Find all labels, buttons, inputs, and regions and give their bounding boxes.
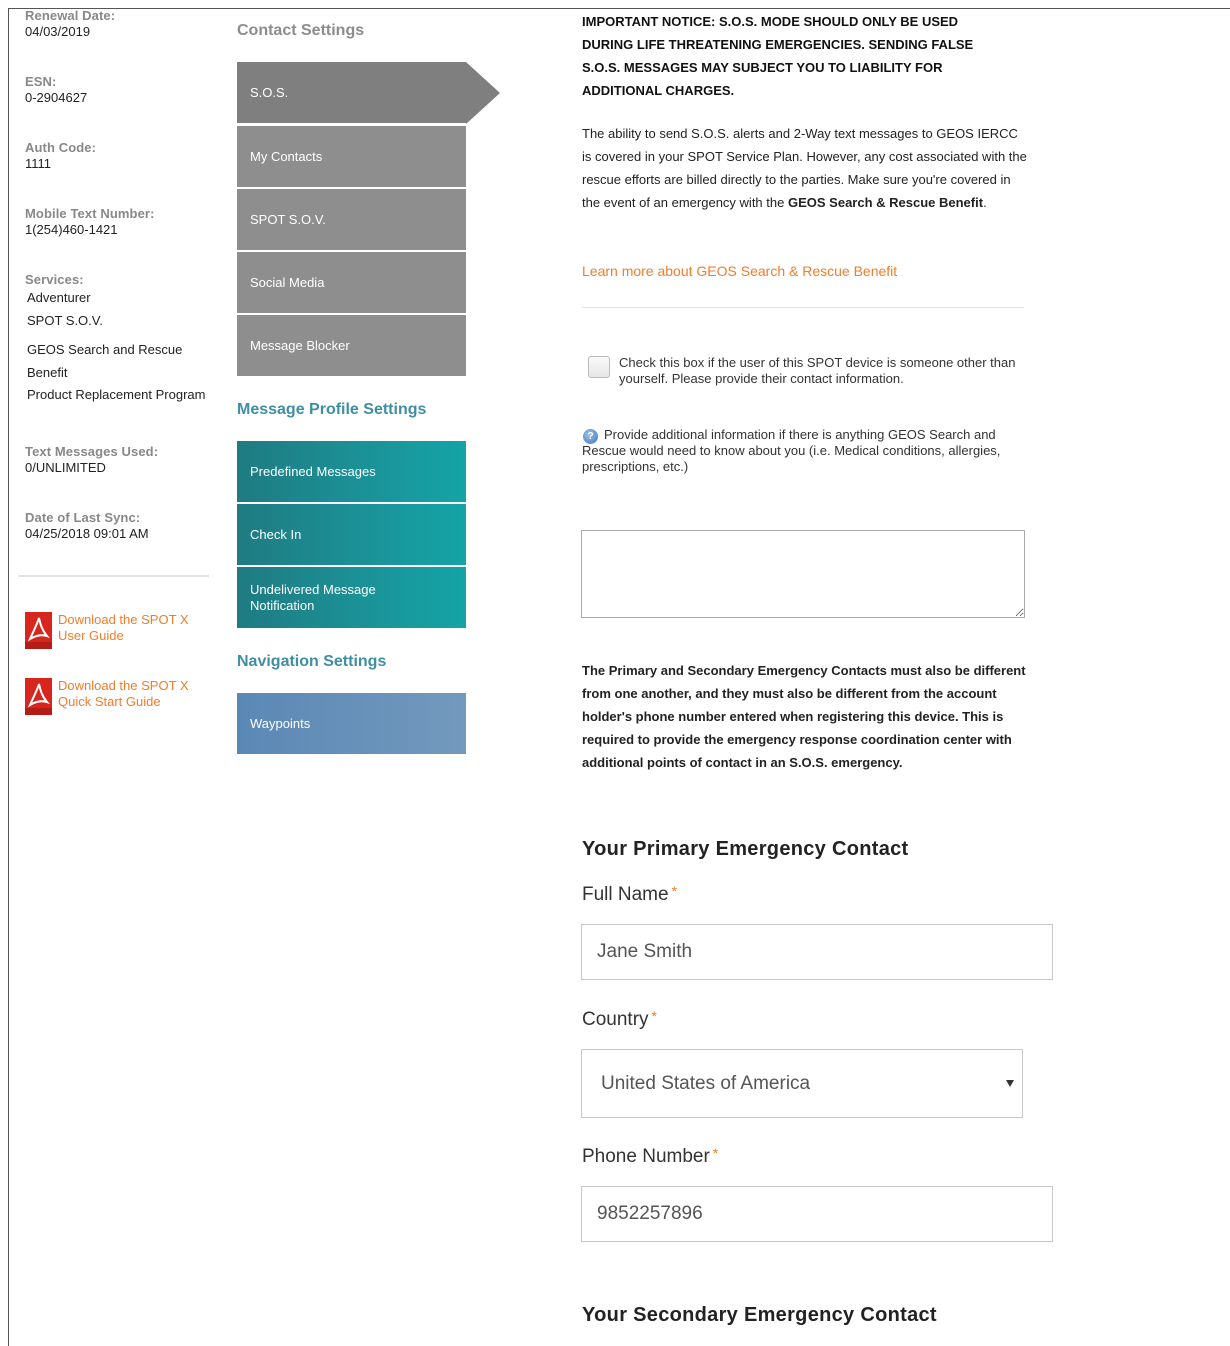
required-mark: *: [671, 883, 678, 899]
nav-message-blocker[interactable]: Message Blocker: [237, 315, 466, 376]
country-label: Country *: [582, 1008, 657, 1031]
services: Services:: [25, 272, 84, 288]
nav-predefined-messages[interactable]: Predefined Messages: [237, 441, 466, 502]
secondary-contact-heading: Your Secondary Emergency Contact: [582, 1304, 937, 1326]
renewal-date-value: 04/03/2019: [25, 24, 91, 39]
auth-code: Auth Code: 1111: [25, 140, 96, 172]
esn-label: ESN:: [25, 74, 57, 89]
nav-check-in[interactable]: Check In: [237, 504, 466, 565]
last-sync-label: Date of Last Sync:: [25, 510, 141, 525]
service-item: Adventurer: [27, 290, 91, 305]
contact-settings-heading: Contact Settings: [237, 22, 365, 39]
learn-more-link[interactable]: Learn more about GEOS Search & Rescue Be…: [582, 263, 897, 279]
additional-info-label: Provide additional information if there …: [582, 427, 1001, 474]
auth-code-value: 1111: [25, 156, 52, 171]
download-quick-start-label[interactable]: Download the SPOT X Quick Start Guide: [58, 678, 213, 710]
download-user-guide-link[interactable]: Download the SPOT X User Guide: [25, 612, 215, 652]
sos-important-notice: IMPORTANT NOTICE: S.O.S. MODE SHOULD ONL…: [582, 14, 974, 98]
country-label-text: Country: [582, 1009, 649, 1030]
other-user-checkbox[interactable]: [588, 356, 610, 378]
nav-sos[interactable]: S.O.S.: [237, 62, 466, 123]
required-mark: *: [712, 1145, 719, 1161]
ability-benefit-name: GEOS Search & Rescue Benefit: [787, 195, 984, 210]
phone-number-value: 9852257896: [597, 1203, 703, 1224]
download-user-guide-label[interactable]: Download the SPOT X User Guide: [58, 612, 213, 644]
esn-value: 0-2904627: [25, 90, 88, 105]
sos-ability-text: The ability to send S.O.S. alerts and 2-…: [582, 122, 1027, 214]
pdf-icon: [25, 612, 52, 649]
mobile-text-number: Mobile Text Number: 1(254)460-1421: [25, 206, 155, 238]
chevron-down-icon: [1006, 1080, 1014, 1087]
service-item: Product Replacement Program: [27, 387, 206, 402]
download-quick-start-link[interactable]: Download the SPOT X Quick Start Guide: [25, 678, 215, 718]
renewal-date: Renewal Date: 04/03/2019: [25, 8, 115, 40]
full-name-label: Full Name *: [582, 883, 678, 906]
text-messages-used: Text Messages Used: 0/UNLIMITED: [25, 444, 158, 476]
last-sync-value: 04/25/2018 09:01 AM: [25, 526, 149, 541]
esn: ESN: 0-2904627: [25, 74, 87, 106]
nav-undelivered-message-notification[interactable]: Undelivered Message Notification: [237, 567, 466, 628]
nav-waypoints[interactable]: Waypoints: [237, 693, 466, 754]
auth-code-label: Auth Code:: [25, 140, 97, 155]
content-divider: [582, 307, 1024, 308]
text-messages-used-value: 0/UNLIMITED: [25, 460, 106, 475]
nav-spot-sov[interactable]: SPOT S.O.V.: [237, 189, 466, 250]
additional-info-textarea[interactable]: [581, 530, 1025, 618]
mobile-text-number-label: Mobile Text Number:: [25, 206, 155, 221]
text-messages-used-label: Text Messages Used:: [25, 444, 159, 459]
other-user-checkbox-label: Check this box if the user of this SPOT …: [619, 355, 1016, 386]
last-sync: Date of Last Sync: 04/25/2018 09:01 AM: [25, 510, 149, 542]
pdf-icon: [25, 678, 52, 715]
nav-my-contacts[interactable]: My Contacts: [237, 126, 466, 187]
message-profile-settings-heading: Message Profile Settings: [237, 401, 427, 418]
nav-active-arrow: [466, 62, 500, 124]
services-label: Services:: [25, 272, 84, 287]
full-name-label-text: Full Name: [582, 884, 669, 905]
navigation-settings-heading: Navigation Settings: [237, 653, 387, 670]
frame-top-border: [8, 8, 1230, 9]
renewal-date-label: Renewal Date:: [25, 8, 116, 23]
phone-number-label: Phone Number *: [582, 1145, 719, 1168]
info-divider: [18, 575, 209, 577]
ability-text-end: .: [983, 195, 987, 210]
phone-number-label-text: Phone Number: [582, 1146, 710, 1167]
required-mark: *: [651, 1008, 657, 1024]
service-item: SPOT S.O.V.: [27, 313, 103, 328]
full-name-input[interactable]: Jane Smith: [581, 924, 1053, 980]
nav-social-media[interactable]: Social Media: [237, 252, 466, 313]
service-item: GEOS Search and Rescue Benefit: [27, 342, 183, 380]
mobile-text-number-value: 1(254)460-1421: [25, 222, 118, 237]
primary-contact-heading: Your Primary Emergency Contact: [582, 838, 909, 860]
emergency-contacts-notice: The Primary and Secondary Emergency Cont…: [582, 663, 1026, 770]
country-value: United States of America: [601, 1072, 811, 1094]
country-select[interactable]: United States of America: [581, 1049, 1023, 1118]
phone-number-input[interactable]: 9852257896: [581, 1186, 1053, 1242]
frame-left-border: [8, 8, 9, 1346]
full-name-value: Jane Smith: [597, 941, 693, 962]
